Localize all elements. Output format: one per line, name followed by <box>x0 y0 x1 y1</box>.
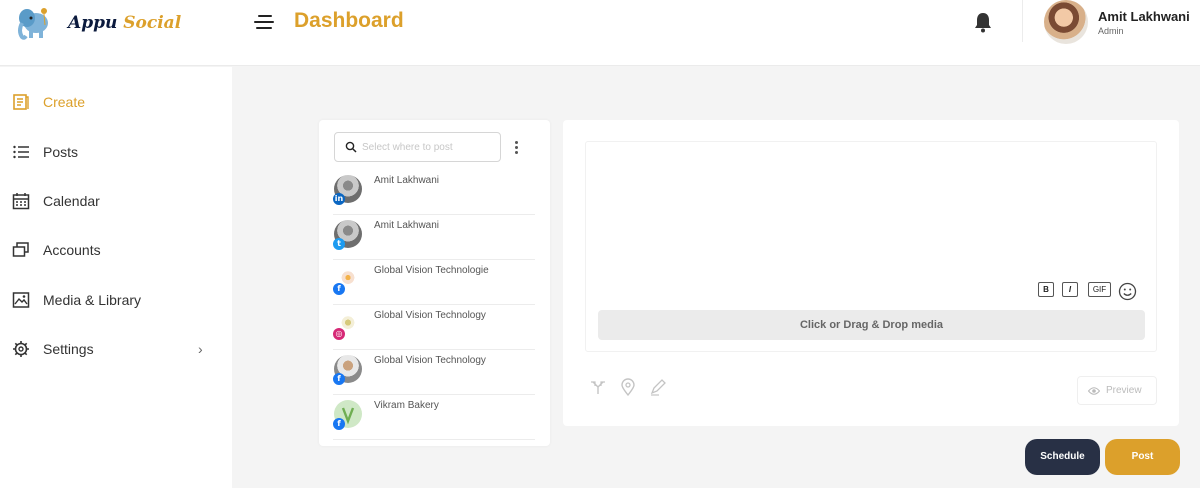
accounts-panel: in Amit Lakhwani t Amit Lakhwani f Globa… <box>319 120 550 446</box>
sidebar-item-label: Media & Library <box>43 292 142 308</box>
post-editor: B I GIF Click or Drag & Drop media <box>585 141 1157 352</box>
sidebar-item-label: Accounts <box>43 242 101 258</box>
account-item[interactable]: ◎ Global Vision Technology <box>333 305 535 350</box>
sidebar-item-label: Posts <box>43 144 79 160</box>
elephant-logo[interactable] <box>14 3 54 43</box>
sidebar-item-settings[interactable]: Settings › <box>12 334 222 364</box>
facebook-icon: f <box>333 373 345 385</box>
sidebar-item-label: Create <box>43 94 86 110</box>
preview-label: Preview <box>1106 385 1142 396</box>
bold-button[interactable]: B <box>1038 282 1054 297</box>
list-icon <box>13 145 29 159</box>
gear-icon <box>13 341 29 357</box>
signature-icon[interactable] <box>649 378 667 396</box>
account-item[interactable]: f Global Vision Technology <box>333 350 535 395</box>
image-icon <box>12 292 30 308</box>
sidebar-item-accounts[interactable]: Accounts <box>12 235 222 265</box>
sidebar-item-posts[interactable]: Posts <box>12 137 222 167</box>
account-item[interactable]: t Amit Lakhwani <box>333 215 535 260</box>
user-name: Amit Lakhwani <box>1098 9 1190 24</box>
sidebar-item-calendar[interactable]: Calendar <box>12 186 222 216</box>
account-name: Global Vision Technology <box>374 355 486 366</box>
top-header: Appu Social Dashboard Amit Lakhwani Admi… <box>0 0 1200 66</box>
emoji-icon[interactable] <box>1118 282 1137 301</box>
account-name: Global Vision Technology <box>374 310 486 321</box>
account-name: Amit Lakhwani <box>374 175 440 186</box>
chevron-right-icon: › <box>198 341 203 357</box>
location-icon[interactable] <box>619 378 637 396</box>
sidebar: Create Posts Calendar Accounts Media & L… <box>0 67 232 488</box>
gif-button[interactable]: GIF <box>1088 282 1111 297</box>
account-name: Amit Lakhwani <box>374 220 440 231</box>
page-title: Dashboard <box>294 9 404 32</box>
account-item[interactable]: f Global Vision Technologie <box>333 260 535 305</box>
user-avatar[interactable] <box>1044 0 1088 44</box>
linkedin-icon: in <box>333 193 345 205</box>
accounts-icon <box>12 242 29 257</box>
facebook-icon: f <box>333 283 345 295</box>
brand-name: Appu Social <box>68 13 182 33</box>
account-name: Vikram Bakery <box>374 400 439 411</box>
user-role: Admin <box>1098 26 1124 36</box>
bell-icon[interactable] <box>973 11 993 33</box>
account-item[interactable]: in Amit Lakhwani <box>333 170 535 215</box>
schedule-button[interactable]: Schedule <box>1025 439 1100 475</box>
search-input[interactable] <box>362 138 492 156</box>
facebook-icon: f <box>333 418 345 430</box>
sidebar-item-label: Calendar <box>43 193 100 209</box>
more-options-icon[interactable] <box>514 140 520 156</box>
account-item[interactable]: f Vikram Bakery <box>333 395 535 440</box>
sidebar-item-media[interactable]: Media & Library <box>12 285 222 315</box>
sidebar-item-create[interactable]: Create <box>12 87 222 117</box>
italic-button[interactable]: I <box>1062 282 1078 297</box>
media-dropzone[interactable]: Click or Drag & Drop media <box>598 310 1145 340</box>
account-name: Global Vision Technologie <box>374 265 489 276</box>
calendar-icon <box>12 193 30 210</box>
post-composer: B I GIF Click or Drag & Drop media Previ… <box>563 120 1179 426</box>
preview-button[interactable]: Preview <box>1077 376 1157 405</box>
header-divider <box>1022 0 1023 42</box>
account-search[interactable] <box>334 132 501 162</box>
hamburger-icon[interactable] <box>254 13 276 31</box>
twitter-icon: t <box>333 238 345 250</box>
sidebar-item-label: Settings <box>43 341 94 357</box>
instagram-icon: ◎ <box>333 328 345 340</box>
create-icon <box>13 94 29 110</box>
search-icon <box>345 141 357 153</box>
merge-icon[interactable] <box>589 378 607 396</box>
post-text-input[interactable] <box>592 148 1150 272</box>
eye-icon <box>1088 387 1100 395</box>
post-button[interactable]: Post <box>1105 439 1180 475</box>
